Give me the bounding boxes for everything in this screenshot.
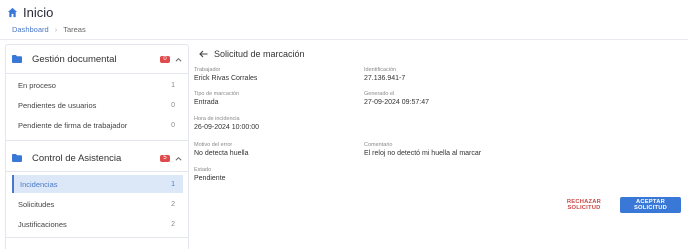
section-control-asistencia-header[interactable]: Control de Asistencia 5 [6,145,188,171]
menu-item-label: En proceso [18,80,56,90]
detail-header: Solicitud de marcación [199,49,305,59]
estado-value: Pendiente [194,175,226,182]
detail-title: Solicitud de marcación [214,49,305,59]
folder-icon [12,55,22,63]
section-divider [6,237,188,238]
menu-item-label: Solicitudes [18,199,55,209]
trabajador-value: Erick Rivas Corrales [194,75,258,82]
menu-item-count: 2 [171,200,175,208]
sidebar: Gestión documental 0 En proceso 1 Pendie… [5,44,189,249]
menu-item-label: Pendiente de firma de trabajador [18,120,128,130]
page-title: Inicio [23,4,54,20]
hora-incidencia-value: 26-09-2024 10:00:00 [194,124,259,131]
estado-label: Estado [194,167,212,173]
tipo-marcacion-label: Tipo de marcación [194,91,240,97]
accept-request-button[interactable]: ACEPTAR SOLICITUD [620,197,681,213]
app-header: Inicio [0,0,688,24]
identificacion-value: 27.136.941-7 [364,75,406,82]
breadcrumb-separator: › [54,25,58,34]
sidebar-item-justificaciones[interactable]: Justificaciones 2 [12,215,183,233]
hora-incidencia-label: Hora de incidencia [194,116,240,122]
comentario-label: Comentario [364,142,393,148]
menu-item-count: 2 [171,220,175,228]
tipo-marcacion-value: Entrada [194,99,219,106]
breadcrumb-current: Tareas [63,25,86,34]
count-badge: 0 [160,55,170,63]
generado-value: 27-09-2024 09:57:47 [364,99,429,106]
sidebar-item-en-proceso[interactable]: En proceso 1 [12,76,183,94]
section-divider [6,171,188,172]
chevron-up-icon[interactable] [175,156,182,161]
comentario-value: El reloj no detectó mi huella al marcar [364,150,482,157]
count-badge: 5 [160,154,170,162]
menu-item-count: 1 [171,81,175,89]
identificacion-label: Identificación [364,67,397,73]
sidebar-item-solicitudes[interactable]: Solicitudes 2 [12,195,183,213]
breadcrumb-dashboard-link[interactable]: Dashboard [12,25,49,34]
menu-item-count: 0 [171,121,175,129]
section-title: Gestión documental [32,53,117,65]
generado-label: Generado el [364,91,395,97]
menu-item-label: Incidencias [20,179,58,189]
sidebar-item-pendientes-usuarios[interactable]: Pendientes de usuarios 0 [12,96,183,114]
motivo-label: Motivo del error [194,142,233,148]
menu-item-label: Pendientes de usuarios [18,100,97,110]
section-divider [6,73,188,74]
section-gestion-documental-header[interactable]: Gestión documental 0 [6,46,188,72]
reject-request-button[interactable]: RECHAZAR SOLICITUD [553,198,615,212]
folder-icon [12,154,22,162]
section-title: Control de Asistencia [32,152,122,164]
sidebar-item-pendiente-firma[interactable]: Pendiente de firma de trabajador 0 [12,116,183,134]
menu-item-label: Justificaciones [18,219,67,229]
menu-item-count: 1 [171,180,175,188]
home-icon[interactable] [7,7,18,18]
breadcrumb: Dashboard › Tareas [12,25,86,34]
arrow-left-icon[interactable] [199,50,208,58]
trabajador-label: Trabajador [194,67,221,73]
motivo-value: No detecta huella [194,150,249,157]
sidebar-item-incidencias[interactable]: Incidencias 1 [12,175,183,193]
header-divider [0,39,688,40]
menu-item-count: 0 [171,101,175,109]
section-divider [6,140,188,141]
chevron-up-icon[interactable] [175,57,182,62]
